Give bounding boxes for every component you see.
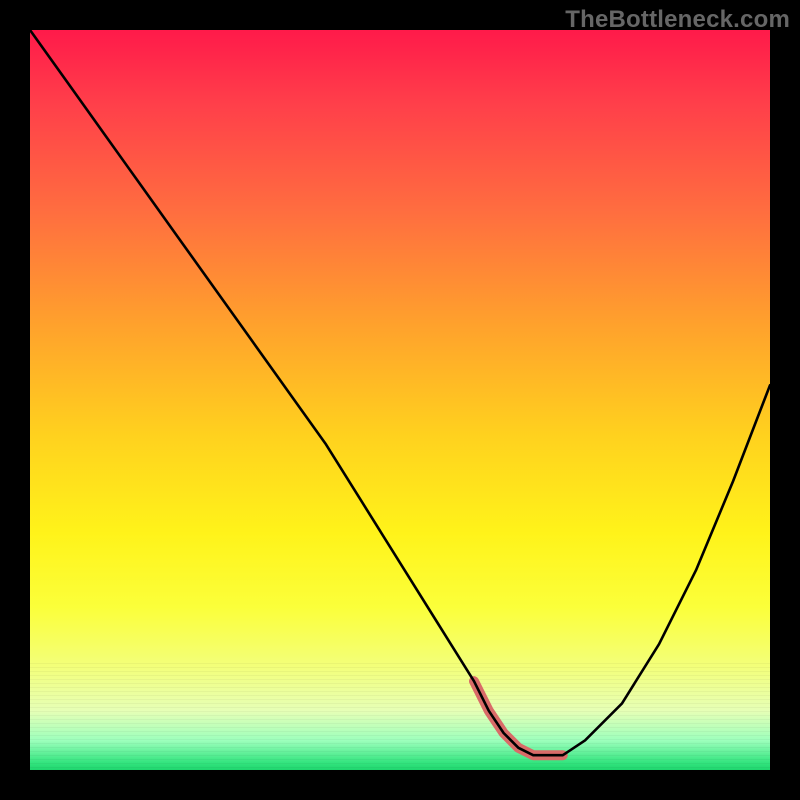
curve-path bbox=[30, 30, 770, 755]
plot-area bbox=[30, 30, 770, 770]
curve-svg bbox=[30, 30, 770, 770]
chart-stage: TheBottleneck.com bbox=[0, 0, 800, 800]
highlight-path bbox=[474, 681, 563, 755]
